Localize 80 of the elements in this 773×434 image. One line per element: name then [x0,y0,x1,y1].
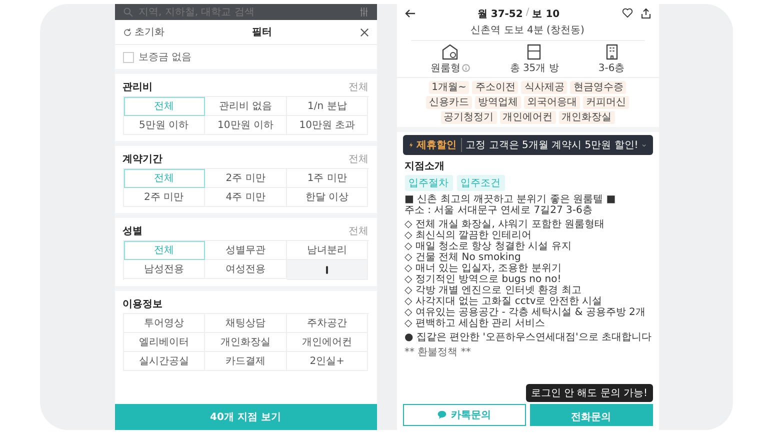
filter-option[interactable]: 2인실+ [286,352,368,371]
fact-label: 원룸형 [430,62,460,75]
description-line: ◇ 정기적인 방역으로 bugs no no! [404,274,562,285]
tooltip: 로그인 안 해도 문의 가능! [526,384,652,402]
filter-option[interactable]: 5만원 이하 [124,116,206,135]
feature-tag: 1개월~ [428,81,470,94]
chevron-icon[interactable] [642,142,646,148]
fact-label: 3-6층 [598,62,625,75]
feature-tag: 현금영수증 [570,81,626,94]
feature-tag: 공기청정기 [440,111,496,124]
monthly-price: 월 37-52 [477,8,523,20]
filter-option[interactable]: 2주 미만 [124,188,206,207]
feature-tag: 개인에어컨 [500,111,556,124]
house-icon [441,43,460,61]
description-line: ◇ 전체 개실 화장실, 샤워기 포함한 원룸형태 [404,219,606,230]
filter-option[interactable]: 여성전용 [205,260,287,279]
filter-option[interactable]: 관리비 없음 [205,97,287,116]
filter-option[interactable]: 엘리베이터 [124,333,206,352]
filter-option[interactable]: 1주 미만 [286,169,368,188]
refresh-icon [122,28,132,36]
filter-option[interactable]: 실시간공실 [124,352,206,371]
description-line: ● 집같은 편안한 '오픈하우스연세대점'으로 초대합니다 [404,332,650,343]
description-line: ◇ 각방 개별 엔진으로 인터넷 환경 최고 [404,285,582,296]
description-line: ◇ 매일 청소로 항상 청결한 시설 유지 [404,241,572,252]
back-icon[interactable] [404,9,416,18]
filter-option[interactable]: 10만원 이하 [205,116,287,135]
feature-tag: 식사제공 [521,81,568,94]
intro-title: 지점소개 [404,160,446,174]
filter-option[interactable]: 남녀분리 [286,241,368,260]
chat-icon [437,410,447,420]
sliders-icon [358,7,368,17]
promo-text: 고정 고객은 5개월 계약시 5만원 할인! [466,139,638,152]
section-title: 이용정보 [122,298,162,311]
promo-label: 제휴할인 [416,138,462,152]
refund-policy-heading: ** 환불정책 ** [404,346,472,360]
price-separator: / [526,6,530,20]
filter-option[interactable]: 투어영상 [124,314,206,333]
section-title: 계약기간 [122,153,162,166]
filter-option[interactable]: 남성전용 [124,260,206,279]
filter-option[interactable]: 개인에어컨 [286,333,368,352]
checkbox-label: 보증금 없음 [138,51,192,64]
location-text: 신촌역 도보 4분 (창천동) [410,23,644,41]
filter-option[interactable]: 10만원 초과 [286,116,368,135]
fact-label: 총 35개 방 [510,62,559,75]
description-line: ◇ 매너 있는 입실자, 조용한 분위기 [404,263,562,274]
filter-option[interactable]: 개인화장실 [205,333,287,352]
promo-banner[interactable]: 제휴할인 고정 고객은 5개월 계약시 5만원 할인! [402,135,652,155]
description-line: ■ 신촌 최고의 깨끗하고 분위기 좋은 원룸텔 ■ [404,194,617,205]
filter-option[interactable]: 2주 미만 [205,169,287,188]
filter-option[interactable]: 주차공간 [286,314,368,333]
filter-title: 필터 [252,26,272,39]
section-title: 관리비 [122,81,152,94]
feature-tag: 주소이전 [472,81,518,94]
filter-option[interactable]: 한달 이상 [286,188,368,207]
close-icon[interactable] [360,28,368,36]
description-line: ◇ 사각지대 없는 고화질 cctv로 안전한 시설 [404,296,604,307]
section-title: 성별 [122,225,142,238]
feature-tag: 신용카드 [426,96,472,109]
feature-tag: 방역업체 [475,96,521,109]
deposit: 보 10 [532,8,560,20]
heart-icon[interactable] [622,8,632,18]
feature-tag: 개인화장실 [558,111,614,124]
description-line: ◇ 건물 전체 No smoking [404,252,522,263]
checkbox[interactable] [122,52,134,62]
description-line: ◇ 여유있는 공용공간 - 각층 세탁시설 & 공용주방 2개 [404,307,646,318]
search-icon [122,7,132,17]
filter-option[interactable]: 4주 미만 [205,188,287,207]
description-line: 주소 : 서울 서대문구 연세로 7길27 3-6층 [404,205,594,216]
lightning-icon [408,140,413,150]
door-icon [525,43,544,61]
filter-option[interactable]: 1/n 분납 [286,97,368,116]
description-line: ◇ 최신식의 깔끔한 인테리어 [404,230,533,241]
filter-option[interactable]: 카드결제 [205,352,287,371]
reset-button[interactable]: 초기화 [122,25,164,39]
filter-option[interactable]: 채팅상담 [205,314,287,333]
feature-tag: 커피머신 [583,96,629,109]
description-line: ◇ 편백하고 세심한 관리 서비스 [404,318,546,329]
share-icon[interactable] [640,8,650,19]
feature-tag: 외국어응대 [524,96,580,109]
filter-option[interactable]: 성별무관 [205,241,287,260]
